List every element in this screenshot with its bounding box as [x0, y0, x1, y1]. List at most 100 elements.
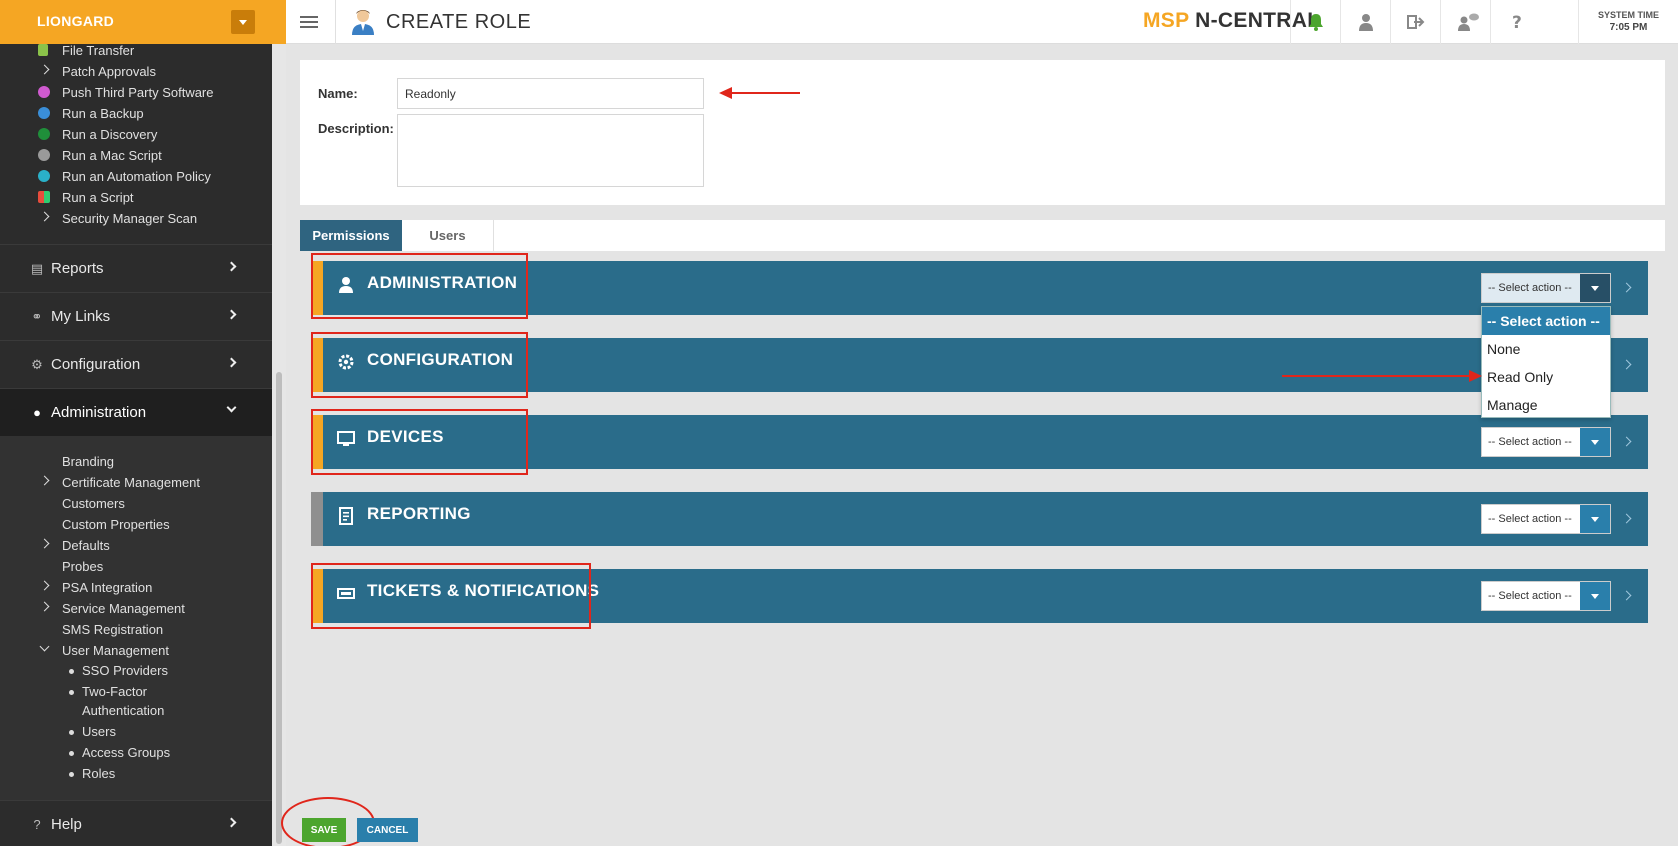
page-title: CREATE ROLE: [386, 11, 532, 33]
chevron-down-icon[interactable]: [1580, 274, 1610, 302]
sidebar-item-run-an-automation-policy[interactable]: Run an Automation Policy: [0, 166, 272, 187]
notifications-button[interactable]: [1290, 0, 1340, 44]
tab-bar: Permissions Users: [300, 220, 1665, 251]
automation-policy-icon: [38, 170, 50, 182]
chevron-down-icon[interactable]: [1580, 505, 1610, 533]
chevron-down-icon[interactable]: [1580, 428, 1610, 456]
logout-button[interactable]: [1390, 0, 1440, 44]
chat-users-button[interactable]: [1440, 0, 1490, 44]
sidebar-item-sms-registration[interactable]: SMS Registration: [0, 619, 272, 640]
sidebar-item-service-management[interactable]: Service Management: [0, 598, 272, 619]
role-user-icon: [352, 10, 374, 35]
name-input[interactable]: [397, 78, 704, 109]
help-button[interactable]: ?: [1490, 0, 1540, 44]
chevron-right-icon[interactable]: [1621, 359, 1632, 370]
sidebar-item-run-a-discovery[interactable]: Run a Discovery: [0, 124, 272, 145]
sidebar-item-run-a-script[interactable]: Run a Script: [0, 187, 272, 208]
chevron-right-icon[interactable]: [1621, 513, 1632, 524]
sidebar-section-configuration[interactable]: ⚙ Configuration: [0, 340, 272, 388]
chevron-down-icon[interactable]: [1580, 582, 1610, 610]
sidebar-section-my-links[interactable]: ⚭ My Links: [0, 292, 272, 340]
chevron-right-icon: [39, 64, 50, 75]
question-mark-icon: ?: [1512, 13, 1522, 32]
permission-row-reporting[interactable]: REPORTING -- Select action --: [311, 492, 1648, 546]
tab-users[interactable]: Users: [402, 220, 494, 251]
sidebar-item-two-factor-authentication-line2[interactable]: Authentication: [0, 700, 272, 721]
sidebar-item-probes[interactable]: Probes: [0, 556, 272, 577]
bullet-icon: [69, 730, 74, 735]
sidebar-item-user-management[interactable]: User Management: [0, 640, 272, 661]
chevron-right-icon[interactable]: [1621, 282, 1632, 293]
devices-action-select[interactable]: -- Select action --: [1481, 427, 1611, 457]
chevron-right-icon[interactable]: [1621, 590, 1632, 601]
annotation-arrow-readonly-head: [1469, 370, 1482, 382]
sidebar-item-users[interactable]: Users: [0, 721, 272, 742]
annotation-box-configuration: [311, 332, 528, 398]
sidebar-item-patch-approvals[interactable]: Patch Approvals: [0, 61, 272, 82]
sidebar-item-defaults[interactable]: Defaults: [0, 535, 272, 556]
chevron-down-icon: [39, 641, 50, 652]
sidebar-section-help[interactable]: ? Help: [0, 800, 272, 846]
sidebar-item-access-groups[interactable]: Access Groups: [0, 742, 272, 763]
brand-name: LIONGARD: [37, 13, 115, 29]
bell-icon: [1309, 14, 1323, 31]
chat-users-icon: [1458, 13, 1479, 31]
chevron-right-icon[interactable]: [1621, 436, 1632, 447]
annotation-box-devices: [311, 409, 528, 475]
tab-permissions[interactable]: Permissions: [300, 220, 402, 251]
link-icon: ⚭: [31, 309, 43, 324]
reporting-action-select[interactable]: -- Select action --: [1481, 504, 1611, 534]
sidebar-item-run-a-mac-script[interactable]: Run a Mac Script: [0, 145, 272, 166]
user-profile-button[interactable]: [1340, 0, 1390, 44]
chevron-right-icon: [226, 357, 237, 368]
user-icon: [1359, 14, 1373, 31]
tickets-action-select[interactable]: -- Select action --: [1481, 581, 1611, 611]
chevron-right-icon: [39, 601, 50, 612]
annotation-arrow-readonly-line: [1282, 375, 1471, 377]
svg-text:?: ?: [1512, 13, 1522, 32]
save-button[interactable]: SAVE: [302, 818, 346, 842]
sidebar-item-branding[interactable]: Branding: [0, 451, 272, 472]
administration-action-select[interactable]: -- Select action --: [1481, 273, 1611, 303]
report-icon: [339, 507, 353, 525]
cancel-button[interactable]: CANCEL: [357, 818, 418, 842]
brand-dropdown-toggle[interactable]: [231, 10, 255, 34]
dropdown-option-read-only[interactable]: Read Only: [1482, 363, 1610, 391]
sidebar-section-administration[interactable]: ● Administration: [0, 388, 272, 436]
sidebar-section-reports[interactable]: ▤ Reports: [0, 244, 272, 292]
menu-toggle-icon[interactable]: [300, 16, 318, 28]
sidebar-item-push-third-party-software[interactable]: Push Third Party Software: [0, 82, 272, 103]
description-input[interactable]: [397, 114, 704, 187]
annotation-box-administration: [311, 253, 528, 319]
chevron-right-icon: [39, 580, 50, 591]
brand-bar: LIONGARD: [0, 0, 286, 44]
sidebar-scrollbar-thumb[interactable]: [276, 372, 282, 844]
annotation-arrow-name-head: [719, 87, 732, 99]
sidebar: LIONGARD File Transfer Patch Approvals P…: [0, 0, 286, 846]
bullet-icon: [69, 751, 74, 756]
sidebar-item-roles[interactable]: Roles: [0, 763, 272, 784]
dropdown-option-none[interactable]: None: [1482, 335, 1610, 363]
sidebar-item-run-a-backup[interactable]: Run a Backup: [0, 103, 272, 124]
system-time: SYSTEM TIME 7:05 PM: [1578, 0, 1678, 44]
sidebar-item-two-factor-authentication[interactable]: Two-Factor: [0, 681, 272, 702]
sidebar-item-file-transfer[interactable]: File Transfer: [0, 40, 272, 61]
dropdown-option-manage[interactable]: Manage: [1482, 391, 1610, 419]
sidebar-item-sso-providers[interactable]: SSO Providers: [0, 660, 272, 681]
chevron-right-icon: [39, 538, 50, 549]
reports-icon: ▤: [30, 261, 44, 276]
push-software-icon: [38, 86, 50, 98]
sidebar-item-security-manager-scan[interactable]: Security Manager Scan: [0, 208, 272, 229]
action-dropdown-menu: -- Select action -- None Read Only Manag…: [1481, 306, 1611, 418]
sidebar-item-custom-properties[interactable]: Custom Properties: [0, 514, 272, 535]
gear-icon: ⚙: [31, 357, 43, 372]
dropdown-option-select-action[interactable]: -- Select action --: [1482, 307, 1610, 335]
sidebar-item-psa-integration[interactable]: PSA Integration: [0, 577, 272, 598]
sidebar-item-customers[interactable]: Customers: [0, 493, 272, 514]
chevron-right-icon: [39, 475, 50, 486]
bullet-icon: [69, 690, 74, 695]
annotation-arrow-name-line: [730, 92, 800, 94]
discovery-globe-icon: [38, 128, 50, 140]
description-label: Description:: [318, 121, 394, 136]
sidebar-item-certificate-management[interactable]: Certificate Management: [0, 472, 272, 493]
